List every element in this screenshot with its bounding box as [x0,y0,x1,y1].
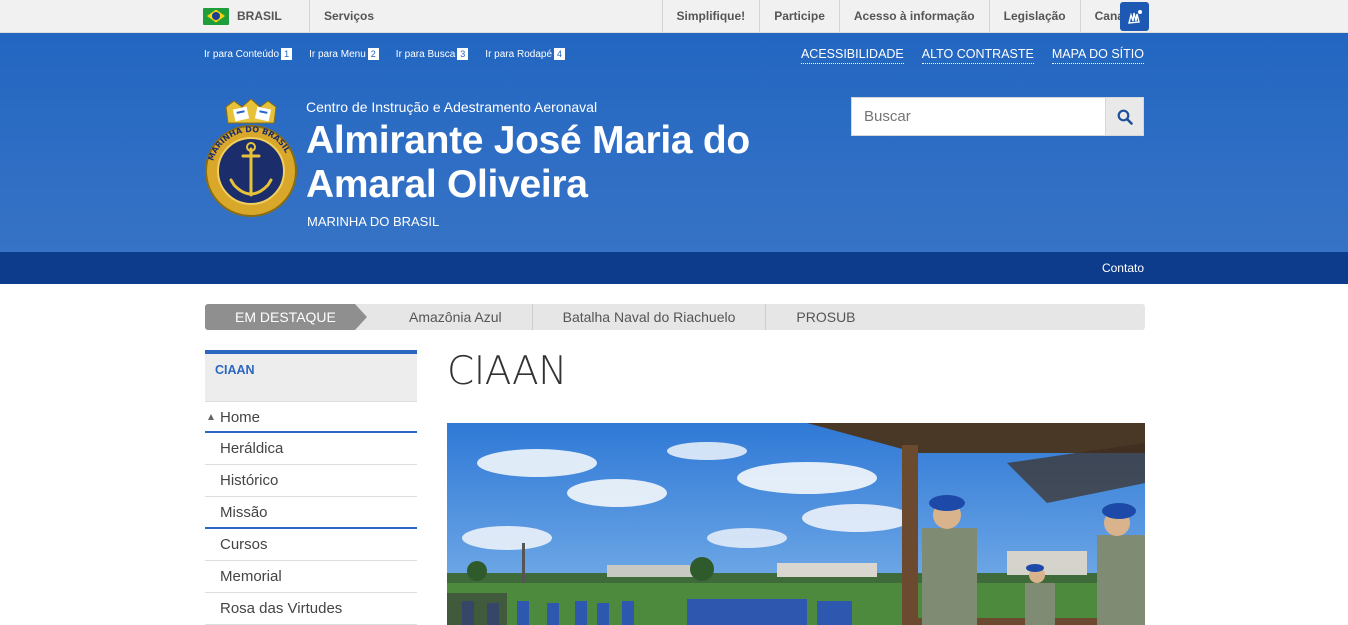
sidebar-item-home[interactable]: Home [205,401,417,433]
gov-link-participe[interactable]: Participe [759,0,839,32]
accessibility-links: ACESSIBILIDADE ALTO CONTRASTE MAPA DO SÍ… [800,47,1144,64]
gov-bar: BRASIL Serviços Simplifique! Participe A… [0,0,1348,33]
sidebar-item-historico[interactable]: Histórico [205,465,417,497]
skip-to-menu[interactable]: Ir para Menu 2 [309,48,379,60]
site-header: Ir para Conteúdo 1 Ir para Menu 2 Ir para … [0,33,1348,252]
search-button[interactable] [1105,98,1143,135]
high-contrast-link[interactable]: ALTO CONTRASTE [921,47,1034,64]
skip-to-search[interactable]: Ir para Busca 3 [396,48,469,60]
skip-key: 1 [281,48,293,60]
sidebar-item-label: Home [220,409,261,426]
service-bar: Contato [0,252,1348,284]
triangle-icon [208,414,214,420]
skip-label: Ir para Menu [309,48,366,60]
search-input[interactable] [852,98,1106,135]
sidebar-menu: CIAAN Home Heráldica Histórico Missão Cu… [205,350,417,625]
skip-label: Ir para Busca [395,48,456,60]
em-destaque-label: EM DESTAQUE [205,304,355,330]
sitemap-link[interactable]: MAPA DO SÍTIO [1051,47,1144,64]
sidebar-item-missao[interactable]: Missão [205,497,417,529]
gov-links: Simplifique! Participe Acesso à informaç… [661,0,1148,32]
destaque-item-amazonia-azul[interactable]: Amazônia Azul [379,304,532,330]
em-destaque-items: Amazônia Azul Batalha Naval do Riachuelo… [379,304,886,330]
destaque-item-batalha-riachuelo[interactable]: Batalha Naval do Riachuelo [531,304,766,330]
page-title: CIAAN [447,349,567,394]
sidebar-item-heraldica[interactable]: Heráldica [205,433,417,465]
gov-country-label: BRASIL [237,9,282,23]
marinha-emblem-logo[interactable]: MARINHA DO BRASIL [204,99,298,222]
accessibility-link[interactable]: ACESSIBILIDADE [800,47,904,64]
skip-label: Ir para Conteúdo [204,48,280,60]
vlibras-icon[interactable] [1120,2,1149,31]
brazil-flag-icon [203,7,229,25]
sidebar-item-rosa-das-virtudes[interactable]: Rosa das Virtudes [205,593,417,625]
gov-link-acesso-informacao[interactable]: Acesso à informação [838,0,989,32]
em-destaque-arrow [355,304,367,330]
gov-brasil-link[interactable]: BRASIL [203,0,282,32]
skip-label: Ir para Rodapé [485,48,553,60]
sidebar-item-cursos[interactable]: Cursos [205,529,417,561]
skip-key: 4 [554,48,566,60]
search-box [851,97,1144,136]
em-destaque-bar: EM DESTAQUE Amazônia Azul Batalha Naval … [205,304,1145,330]
site-pre-title: Centro de Instrução e Adestramento Aeron… [306,99,598,115]
servicos-link[interactable]: Serviços [324,0,374,32]
site-subtitle: MARINHA DO BRASIL [307,214,440,229]
gov-link-legislacao[interactable]: Legislação [988,0,1080,32]
site-title[interactable]: Almirante José Maria do Amaral Oliveira [306,119,826,207]
sidebar-heading: CIAAN [205,350,417,401]
skip-to-content[interactable]: Ir para Conteúdo 1 [204,48,293,60]
destaque-item-prosub[interactable]: PROSUB [765,304,885,330]
skip-to-footer[interactable]: Ir para Rodapé 4 [485,48,566,60]
skip-key: 2 [367,48,379,60]
sidebar-item-memorial[interactable]: Memorial [205,561,417,593]
featured-photo [447,423,1145,625]
divider [309,0,310,32]
contato-link[interactable]: Contato [1102,252,1144,284]
skip-links: Ir para Conteúdo 1 Ir para Menu 2 Ir para … [204,48,566,60]
search-icon [1117,109,1133,125]
skip-key: 3 [457,48,469,60]
gov-link-simplifique[interactable]: Simplifique! [661,0,760,32]
